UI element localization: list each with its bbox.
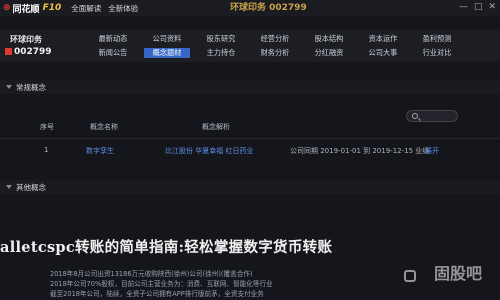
stock-tag-icon xyxy=(5,48,12,55)
logo-main-text: 同花顺 xyxy=(12,4,40,15)
divider xyxy=(0,138,500,139)
col-header-name: 概念名称 xyxy=(90,123,118,131)
overlay-article-title: alletcspc转账的简单指南:轻松掌握数字货币转账 xyxy=(0,239,333,256)
logo-icon: ⊕ xyxy=(3,3,11,13)
row-period: 公司同期 2019-01-01 到 2019-12-15 业绩 xyxy=(290,147,430,155)
col-header-analysis: 概念解析 xyxy=(202,123,230,131)
tab-新闻公告[interactable]: 新闻公告 xyxy=(90,48,136,58)
maximize-button[interactable]: □ xyxy=(474,2,483,12)
search-icon xyxy=(412,113,418,119)
top-nav-item[interactable]: 全新体验 xyxy=(108,3,138,14)
row-index: 1 xyxy=(44,146,49,154)
tab-财务分析[interactable]: 财务分析 xyxy=(252,48,298,58)
concept-analysis-link[interactable]: 比江股份 华夏幸福 红日药业 xyxy=(165,146,253,156)
news-line: 截至2018年公司，陆续，全资子公司拥有APP排行版前茅，全资支付业务 xyxy=(50,290,264,298)
tab-empty-7 xyxy=(468,34,500,44)
panel-title: 其他概念 xyxy=(16,182,46,192)
app-logo: ⊕ 同花顺 F10 xyxy=(3,2,61,15)
table-row: 1 数字孪生 比江股份 华夏幸福 红日药业 公司同期 2019-01-01 到 … xyxy=(0,144,500,158)
close-button[interactable]: ✕ xyxy=(488,2,496,12)
stock-header: 环球印务 002799 最新动态 公司资料 股东研究 经营分析 股本结构 资本运作 盈利预测… xyxy=(0,30,500,62)
concept-name-link[interactable]: 数字孪生 xyxy=(86,146,114,156)
tab-概念题材[interactable]: 概念题材 xyxy=(144,48,190,58)
tab-股东研究[interactable]: 股东研究 xyxy=(198,34,244,44)
top-bar: ⊕ 同花顺 F10 全面解读 全新体验 环球印务 002799 — □ ✕ xyxy=(0,0,500,16)
collapse-caret-icon[interactable] xyxy=(6,185,12,189)
panel-title: 常规概念 xyxy=(16,82,46,92)
tab-盈利预测[interactable]: 盈利预测 xyxy=(414,34,460,44)
top-nav-item[interactable]: 全面解读 xyxy=(71,3,101,14)
expand-link[interactable]: 展开 xyxy=(425,146,439,156)
tab-经营分析[interactable]: 经营分析 xyxy=(252,34,298,44)
tab-主力持仓[interactable]: 主力持仓 xyxy=(198,48,244,58)
f10-tab-grid: 最新动态 公司资料 股东研究 经营分析 股本结构 资本运作 盈利预测新闻公告 概念题材 主力持仓… xyxy=(90,34,500,58)
window-controls: — □ ✕ xyxy=(459,2,496,12)
tab-资本运作[interactable]: 资本运作 xyxy=(360,34,406,44)
watermark-icon xyxy=(404,270,416,282)
news-line: 2018年8月公司出资13186万元收购陕西(徐州)公司(徐州)(覆盖合作) xyxy=(50,270,253,278)
tab-行业对比[interactable]: 行业对比 xyxy=(414,48,460,58)
logo-sub-text: F10 xyxy=(42,3,62,13)
minimize-button[interactable]: — xyxy=(459,2,468,12)
top-nav: 全面解读 全新体验 xyxy=(71,3,138,14)
tab-分红融资[interactable]: 分红融资 xyxy=(306,48,352,58)
top-banner-title: 环球印务 002799 xyxy=(230,3,307,13)
collapse-caret-icon[interactable] xyxy=(6,85,12,89)
panel-regular-concepts-header[interactable]: 常规概念 xyxy=(0,80,500,94)
tab-公司大事[interactable]: 公司大事 xyxy=(360,48,406,58)
panel-other-concepts-header[interactable]: 其他概念 xyxy=(0,180,500,194)
tab-empty-15 xyxy=(468,48,500,58)
tab-最新动态[interactable]: 最新动态 xyxy=(90,34,136,44)
tab-公司资料[interactable]: 公司资料 xyxy=(144,34,190,44)
stock-name: 环球印务 xyxy=(10,35,42,44)
tab-股本结构[interactable]: 股本结构 xyxy=(306,34,352,44)
col-header-index: 序号 xyxy=(40,123,54,131)
watermark-logo: 固股吧 xyxy=(433,264,482,283)
table-header: 序号 概念名称 概念解析 xyxy=(0,120,500,134)
stock-code: 002799 xyxy=(14,47,52,57)
news-line: 2018年公司70%股权，目前公司主营业务为：消费、互联网、智能化等行业 xyxy=(50,280,273,288)
